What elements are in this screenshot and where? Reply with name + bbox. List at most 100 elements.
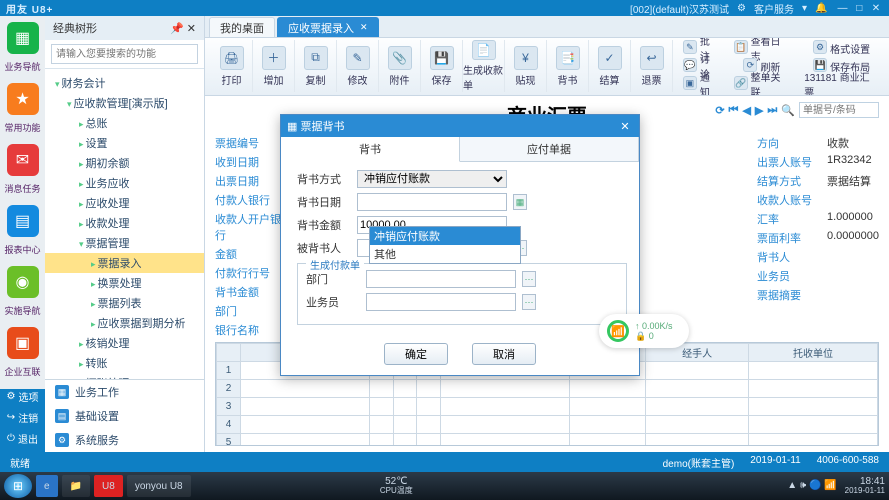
ribbon-保存[interactable]: 💾保存 bbox=[421, 40, 463, 92]
left-options[interactable]: ⚙ 选项 bbox=[7, 389, 39, 404]
pin-icon[interactable]: 📌 bbox=[170, 23, 184, 35]
tree-node[interactable]: ▸期初余额 bbox=[45, 153, 204, 173]
nav-refresh-icon[interactable]: ⟳ bbox=[715, 104, 724, 117]
tab-bill-entry[interactable]: 应收票据录入✕ bbox=[277, 17, 379, 37]
taskbar-folder[interactable]: 📁 bbox=[62, 475, 90, 497]
ribbon-notify[interactable]: ▣通知 bbox=[679, 76, 724, 92]
dialog-titlebar[interactable]: ▦ 票据背书 ✕ bbox=[281, 115, 639, 137]
tree-search-input[interactable] bbox=[51, 44, 198, 64]
search-icon[interactable]: 🔍 bbox=[781, 104, 795, 117]
tree-panel: 经典树形 📌 ✕ ▾财务会计▾应收款管理[演示版]▸总账▸设置▸期初余额▸业务应… bbox=[45, 16, 205, 452]
tree-node[interactable]: ▸业务应收 bbox=[45, 173, 204, 193]
gen-payment-fieldset: 生成付款单 部门 ⋯ 业务员 ⋯ bbox=[297, 263, 627, 325]
window-close-icon[interactable]: ✕ bbox=[869, 3, 883, 14]
ribbon-template[interactable]: 131181 商业汇票 bbox=[800, 76, 883, 92]
nav-business-icon[interactable]: ▦ bbox=[7, 22, 39, 54]
tab-desktop[interactable]: 我的桌面 bbox=[209, 17, 275, 37]
tree-close-icon[interactable]: ✕ bbox=[187, 23, 196, 35]
ribbon-贴现[interactable]: ¥贴现 bbox=[505, 40, 547, 92]
tree-node[interactable]: ▸应收处理 bbox=[45, 193, 204, 213]
ribbon-生成收款单[interactable]: 📄生成收款单 bbox=[463, 40, 505, 92]
staff-input[interactable] bbox=[366, 293, 516, 311]
endorse-mode-dropdown[interactable]: 冲销应付账款 其他 bbox=[369, 226, 521, 264]
nav-message-icon[interactable]: ✉ bbox=[7, 144, 39, 176]
tab-close-icon[interactable]: ✕ bbox=[360, 22, 368, 33]
taskbar-ie[interactable]: e bbox=[36, 475, 58, 497]
tree-node[interactable]: ▾票据管理 bbox=[45, 233, 204, 253]
nav-report-icon[interactable]: ▤ bbox=[7, 205, 39, 237]
gear-icon[interactable]: ⚙ bbox=[737, 3, 746, 14]
ribbon-link[interactable]: 🔗整单关联 bbox=[730, 76, 795, 92]
nav-impl-icon[interactable]: ◉ bbox=[7, 266, 39, 298]
wifi-icon: 📶 bbox=[607, 320, 629, 342]
tree-node[interactable]: ▸转账 bbox=[45, 353, 204, 373]
tree-node[interactable]: ▸核销处理 bbox=[45, 333, 204, 353]
left-nav-rail: ▦业务导航 ★常用功能 ✉消息任务 ▤报表中心 ◉实施导航 ▣企业互联 bbox=[0, 16, 45, 452]
tree-foot-sys[interactable]: ⚙系统服务 bbox=[45, 428, 204, 452]
status-text: 就绪 bbox=[10, 455, 30, 470]
ok-button[interactable]: 确定 bbox=[384, 343, 448, 365]
ribbon-增加[interactable]: ＋增加 bbox=[253, 40, 295, 92]
cancel-button[interactable]: 取消 bbox=[472, 343, 536, 365]
nav-ent-icon[interactable]: ▣ bbox=[7, 327, 39, 359]
left-exit[interactable]: ⏻ 退出 bbox=[7, 431, 38, 446]
nav-last-icon[interactable]: ⏭ bbox=[767, 104, 777, 117]
ribbon-背书[interactable]: 📑背书 bbox=[547, 40, 589, 92]
window-max-icon[interactable]: □ bbox=[852, 3, 866, 14]
endorse-mode-select[interactable]: 冲销应付账款 bbox=[357, 170, 507, 188]
tray-date: 2019-01-11 bbox=[845, 487, 885, 496]
status-bar: 就绪 demo(账套主管) 2019-01-11 4006-600-588 bbox=[0, 452, 889, 472]
tree-body: ▾财务会计▾应收款管理[演示版]▸总账▸设置▸期初余额▸业务应收▸应收处理▸收款… bbox=[45, 69, 204, 379]
customer-service-link[interactable]: 客户服务 bbox=[754, 1, 794, 16]
dialog-tab-endorse[interactable]: 背书 bbox=[281, 137, 460, 162]
context-label: [002](default)汉苏测试 bbox=[630, 1, 729, 16]
record-search-input[interactable] bbox=[799, 102, 879, 118]
staff-lookup-icon[interactable]: ⋯ bbox=[522, 294, 536, 310]
tree-node[interactable]: ▸票据列表 bbox=[45, 293, 204, 313]
taskbar-temp: 52℃CPU温度 bbox=[380, 476, 413, 496]
tree-node[interactable]: ▸应收票据到期分析 bbox=[45, 313, 204, 333]
tree-foot-work[interactable]: ▦业务工作 bbox=[45, 380, 204, 404]
dept-lookup-icon[interactable]: ⋯ bbox=[522, 271, 536, 287]
ribbon-log[interactable]: 📋查看日志 bbox=[730, 40, 795, 56]
network-widget[interactable]: 📶 ↑ 0.00K/s 🔒 0 bbox=[599, 314, 689, 348]
tree-node[interactable]: ▸收款处理 bbox=[45, 213, 204, 233]
ribbon-打印[interactable]: 🖨打印 bbox=[211, 40, 253, 92]
bell-icon[interactable]: 🔔 bbox=[815, 3, 827, 14]
nav-first-icon[interactable]: ⏮ bbox=[729, 104, 739, 117]
nav-prev-icon[interactable]: ◀ bbox=[742, 104, 750, 117]
dept-input[interactable] bbox=[366, 270, 516, 288]
dropdown-option[interactable]: 其他 bbox=[370, 245, 520, 263]
record-navigator: ⟳ ⏮ ◀ ▶ ⏭ 🔍 bbox=[715, 102, 879, 118]
document-tabs: 我的桌面 应收票据录入✕ bbox=[205, 16, 889, 38]
ribbon-结算[interactable]: ✓结算 bbox=[589, 40, 631, 92]
taskbar-app[interactable]: yonyou U8 bbox=[127, 475, 191, 497]
ribbon-修改[interactable]: ✎修改 bbox=[337, 40, 379, 92]
ribbon-附件[interactable]: 📎附件 bbox=[379, 40, 421, 92]
ribbon-复制[interactable]: ⧉复制 bbox=[295, 40, 337, 92]
start-button[interactable]: ⊞ bbox=[4, 474, 32, 498]
endorse-date-input[interactable] bbox=[357, 193, 507, 211]
tree-node[interactable]: ▸总账 bbox=[45, 113, 204, 133]
nav-next-icon[interactable]: ▶ bbox=[755, 104, 763, 117]
left-logout[interactable]: ↪ 注销 bbox=[7, 410, 38, 425]
tree-node[interactable]: ▸设置 bbox=[45, 133, 204, 153]
tree-node[interactable]: ▸换票处理 bbox=[45, 273, 204, 293]
taskbar-u8[interactable]: U8 bbox=[94, 475, 123, 497]
tree-node[interactable]: ▾应收款管理[演示版] bbox=[45, 93, 204, 113]
dialog-tab-payable[interactable]: 应付单据 bbox=[460, 137, 639, 161]
window-min-icon[interactable]: — bbox=[835, 3, 849, 14]
dropdown-option-sel[interactable]: 冲销应付账款 bbox=[370, 227, 520, 245]
nav-common-icon[interactable]: ★ bbox=[7, 83, 39, 115]
ribbon-format[interactable]: ⚙格式设置 bbox=[800, 40, 883, 56]
ribbon-退票[interactable]: ↩退票 bbox=[631, 40, 673, 92]
dialog-close-icon[interactable]: ✕ bbox=[617, 120, 633, 133]
windows-taskbar: ⊞ e 📁 U8 yonyou U8 52℃CPU温度 ▲ 🕪 🔵 📶 18:4… bbox=[0, 472, 889, 500]
window-titlebar: 用友 U8+ [002](default)汉苏测试 ⚙ 客户服务 ▾ 🔔 — □… bbox=[0, 0, 889, 16]
tree-node[interactable]: ▸票据录入 bbox=[45, 253, 204, 273]
date-picker-icon[interactable]: ▦ bbox=[513, 194, 527, 210]
tree-foot-base[interactable]: ▤基础设置 bbox=[45, 404, 204, 428]
tree-node[interactable]: ▾财务会计 bbox=[45, 73, 204, 93]
endorse-dialog: ▦ 票据背书 ✕ 背书 应付单据 背书方式 冲销应付账款 背书日期 ▦ 背书金额… bbox=[280, 114, 640, 376]
tray-icons[interactable]: ▲ 🕪 🔵 📶 bbox=[787, 480, 836, 491]
